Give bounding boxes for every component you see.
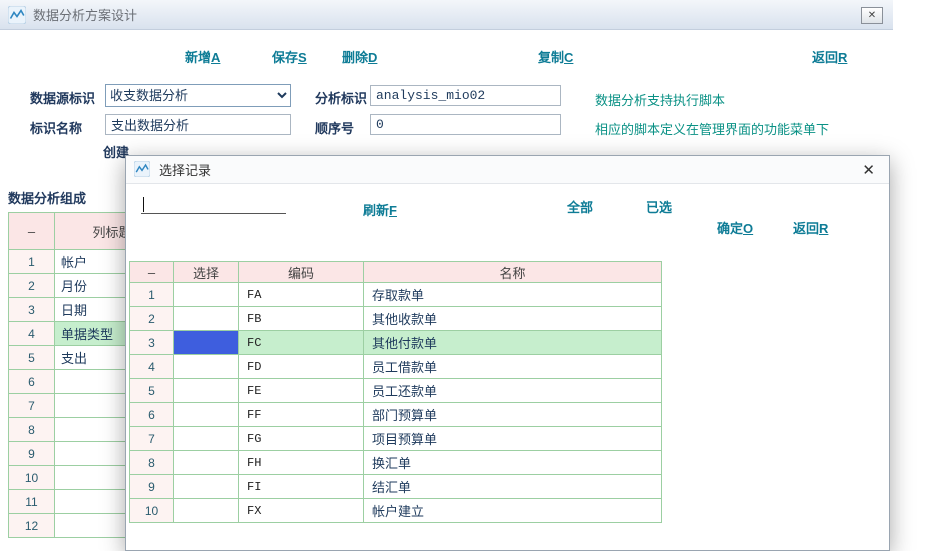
hint-line-2: 相应的脚本定义在管理界面的功能菜单下 xyxy=(595,119,829,138)
window-title: 数据分析方案设计 xyxy=(33,5,137,24)
add-button[interactable]: 新增A xyxy=(185,47,220,66)
record-header-code: 编码 xyxy=(239,262,364,283)
select-cell[interactable] xyxy=(174,475,239,499)
refresh-button[interactable]: 刷新F xyxy=(363,200,397,219)
text-caret xyxy=(143,197,144,212)
select-cell[interactable] xyxy=(174,499,239,523)
dialog-back-button[interactable]: 返回R xyxy=(793,218,828,237)
select-cell[interactable] xyxy=(174,283,239,307)
selected-button[interactable]: 已选 xyxy=(646,197,672,216)
record-header-select: 选择 xyxy=(174,262,239,283)
app-icon xyxy=(8,6,26,24)
seq-label: 顺序号 xyxy=(315,118,354,137)
name-label: 标识名称 xyxy=(30,118,82,137)
table-row: 7FG项目预算单 xyxy=(130,427,662,451)
delete-button[interactable]: 删除D xyxy=(342,47,377,66)
table-row: 10FX帐户建立 xyxy=(130,499,662,523)
dialog-icon xyxy=(134,161,152,179)
dialog-title-bar: 选择记录 ✕ xyxy=(126,156,889,184)
select-cell[interactable] xyxy=(174,451,239,475)
record-table: – 选择 编码 名称 1FA存取款单 2FB其他收款单 3FC其他付款单 4FD… xyxy=(129,261,662,523)
table-row: 8FH换汇单 xyxy=(130,451,662,475)
table-row: 4FD员工借款单 xyxy=(130,355,662,379)
select-cell[interactable] xyxy=(174,403,239,427)
select-cell[interactable] xyxy=(174,427,239,451)
select-cell-active[interactable] xyxy=(174,331,239,355)
table-row-selected: 3FC其他付款单 xyxy=(130,331,662,355)
hint-line-1: 数据分析支持执行脚本 xyxy=(595,90,725,109)
analysis-id-field[interactable] xyxy=(370,85,561,106)
seq-field[interactable] xyxy=(370,114,561,135)
copy-button[interactable]: 复制C xyxy=(538,47,573,66)
all-button[interactable]: 全部 xyxy=(567,197,593,216)
select-cell[interactable] xyxy=(174,355,239,379)
table-row: 6FF部门预算单 xyxy=(130,403,662,427)
record-header-name: 名称 xyxy=(364,262,662,283)
table-row: 2FB其他收款单 xyxy=(130,307,662,331)
record-header-num: – xyxy=(130,262,174,283)
table-row: 9FI结汇单 xyxy=(130,475,662,499)
composition-label: 数据分析组成 xyxy=(8,188,86,207)
search-input[interactable] xyxy=(141,196,286,214)
select-record-dialog: 选择记录 ✕ 刷新F 全部 已选 确定O 返回R – 选择 编码 名称 1FA存… xyxy=(125,155,890,551)
table-row: 5FE员工还款单 xyxy=(130,379,662,403)
dialog-title: 选择记录 xyxy=(159,160,211,179)
close-button[interactable]: ✕ xyxy=(861,7,883,24)
title-bar: 数据分析方案设计 ✕ xyxy=(0,0,893,30)
save-button[interactable]: 保存S xyxy=(272,47,307,66)
dialog-close-icon[interactable]: ✕ xyxy=(862,161,875,179)
name-field[interactable] xyxy=(105,114,291,135)
datasource-select[interactable]: 收支数据分析 xyxy=(105,84,291,107)
table-row: 1FA存取款单 xyxy=(130,283,662,307)
analysis-id-label: 分析标识 xyxy=(315,88,367,107)
ok-button[interactable]: 确定O xyxy=(717,218,753,237)
back-button[interactable]: 返回R xyxy=(812,47,847,66)
record-header-row: – 选择 编码 名称 xyxy=(130,262,662,283)
select-cell[interactable] xyxy=(174,379,239,403)
select-cell[interactable] xyxy=(174,307,239,331)
datasource-label: 数据源标识 xyxy=(30,88,95,107)
composition-header-num: – xyxy=(9,213,55,250)
